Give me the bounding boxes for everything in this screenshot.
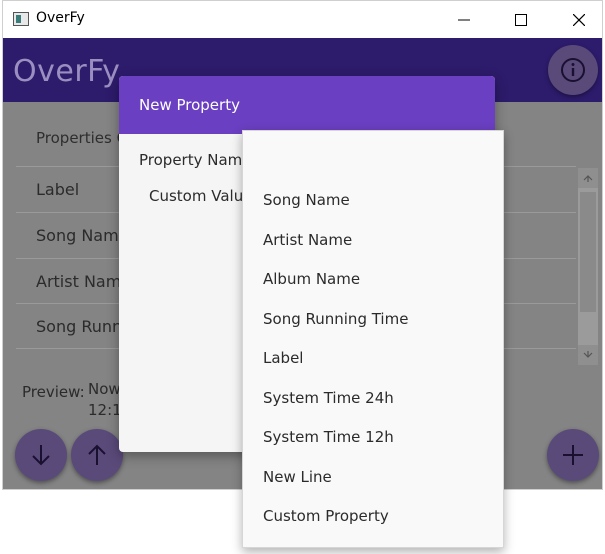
list-item-label: Artist Name xyxy=(36,272,132,291)
dialog-title: New Property xyxy=(139,96,240,114)
maximize-icon xyxy=(515,13,527,26)
dropdown-item-artist-name[interactable]: Artist Name xyxy=(263,231,352,249)
maximize-button[interactable] xyxy=(493,1,549,38)
custom-value-label: Custom Valu xyxy=(149,187,244,205)
dropdown-item-custom-property[interactable]: Custom Property xyxy=(263,507,389,525)
dropdown-item-new-line[interactable]: New Line xyxy=(263,468,332,486)
arrow-down-icon xyxy=(32,445,50,466)
title-bar: OverFy xyxy=(3,1,602,38)
close-button[interactable] xyxy=(551,1,602,38)
scroll-down-button[interactable] xyxy=(578,345,598,365)
list-item-label: Song Runni xyxy=(36,317,127,336)
dropdown-item-album-name[interactable]: Album Name xyxy=(263,270,360,288)
chevron-up-icon xyxy=(583,175,593,182)
plus-icon xyxy=(563,445,583,465)
preview-value: Now 12:1 xyxy=(88,379,122,421)
move-up-button[interactable] xyxy=(71,429,123,481)
dialog-header: New Property xyxy=(119,76,495,134)
chevron-down-icon xyxy=(583,351,593,358)
add-property-button[interactable] xyxy=(547,429,599,481)
dropdown-item-system-time-24h[interactable]: System Time 24h xyxy=(263,389,394,407)
minimize-icon xyxy=(458,19,470,20)
move-down-button[interactable] xyxy=(15,429,67,481)
property-type-dropdown[interactable]: Song Name Artist Name Album Name Song Ru… xyxy=(242,130,504,548)
dropdown-item-label[interactable]: Label xyxy=(263,349,303,367)
property-name-label: Property Name xyxy=(139,151,252,169)
window-title: OverFy xyxy=(36,10,85,26)
dropdown-item-song-name[interactable]: Song Name xyxy=(263,191,350,209)
list-item-label: Label xyxy=(36,180,80,199)
minimize-button[interactable] xyxy=(436,1,492,38)
preview-line-2: 12:1 xyxy=(88,401,122,419)
preview-label: Preview: xyxy=(22,383,85,401)
scrollbar-thumb[interactable] xyxy=(580,192,596,312)
dropdown-item-song-running-time[interactable]: Song Running Time xyxy=(263,310,408,328)
properties-header: Properties O xyxy=(36,129,129,147)
app-title: OverFy xyxy=(13,54,121,89)
dropdown-item-system-time-12h[interactable]: System Time 12h xyxy=(263,428,394,446)
info-icon xyxy=(561,58,585,82)
close-icon xyxy=(573,13,585,26)
app-icon xyxy=(13,12,29,26)
info-button[interactable] xyxy=(548,45,598,95)
list-item-label: Song Name xyxy=(36,226,129,245)
arrow-up-icon xyxy=(88,444,106,465)
scroll-up-button[interactable] xyxy=(578,168,598,188)
preview-line-1: Now xyxy=(88,380,121,398)
